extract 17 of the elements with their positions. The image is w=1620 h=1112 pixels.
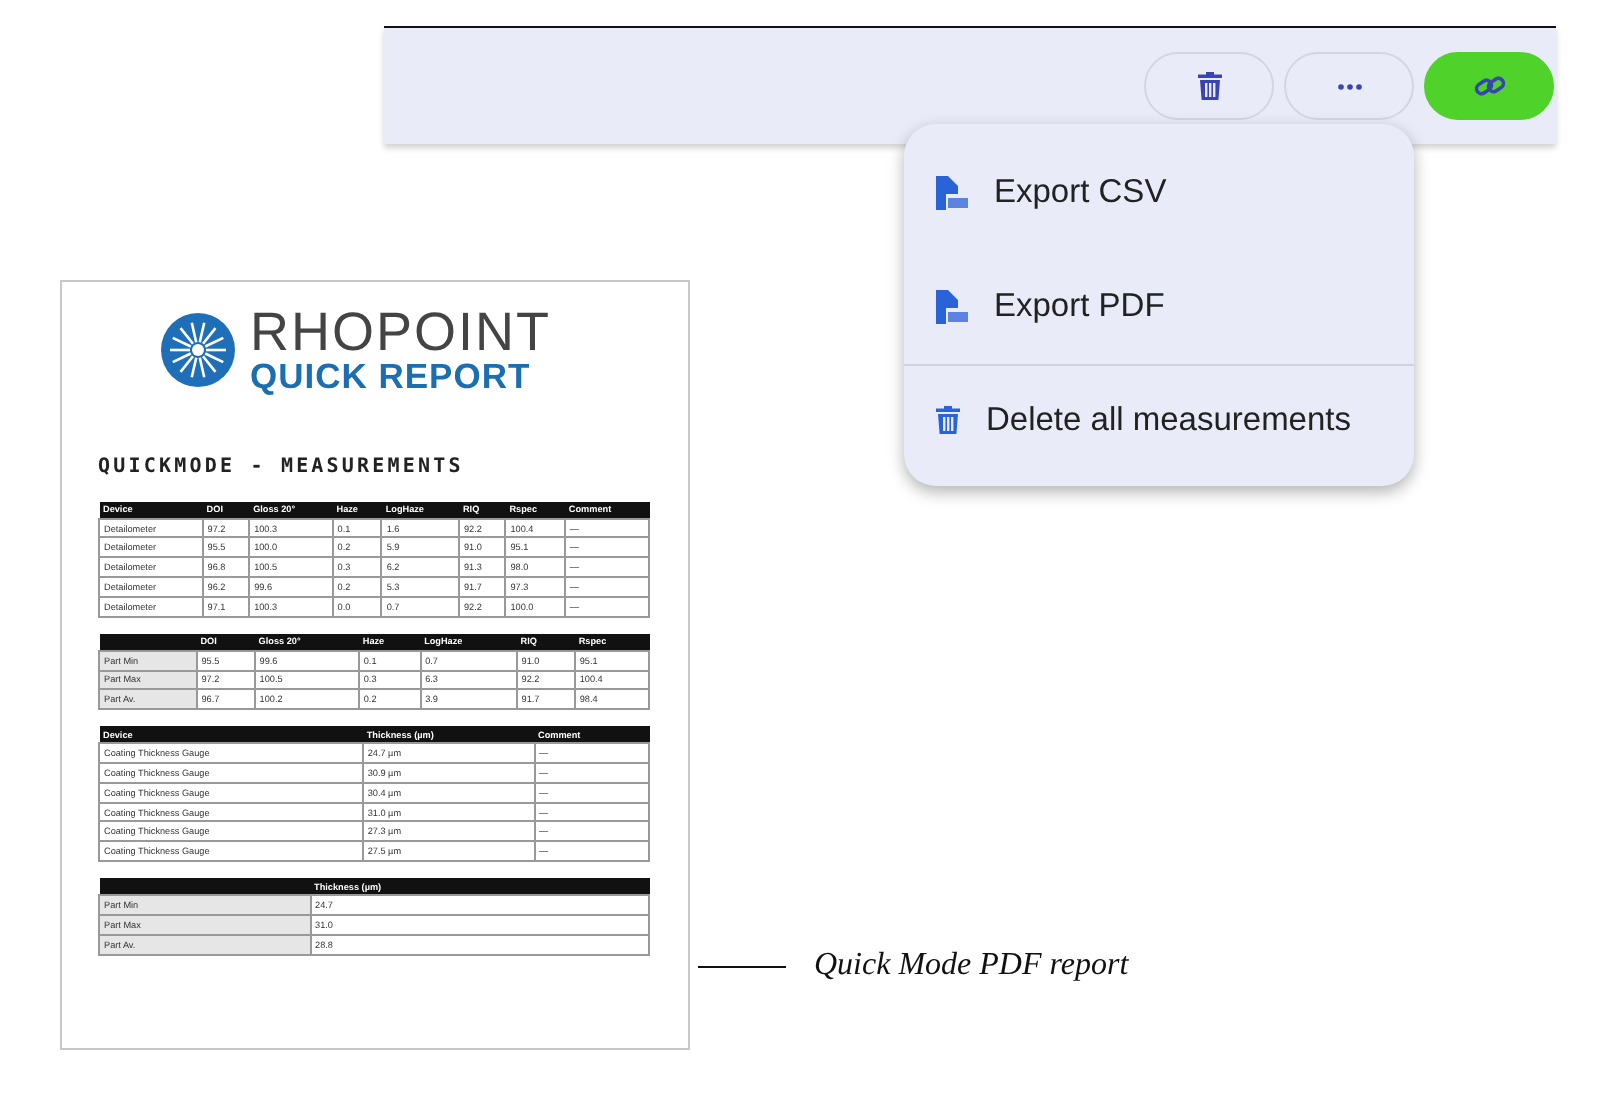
logo-subtitle: QUICK REPORT (250, 360, 533, 395)
trash-icon (936, 406, 960, 434)
logo-name: RHOPOINT (250, 306, 552, 360)
more-icon (1337, 83, 1361, 89)
report-heading: QUICKMODE - MEASUREMENTS (98, 455, 466, 477)
link-button[interactable] (1424, 52, 1554, 120)
leader-line (698, 965, 786, 967)
delete-button[interactable] (1144, 52, 1274, 120)
link-icon (1473, 72, 1505, 100)
menu-item[interactable]: Delete all measurements (904, 366, 1414, 474)
pdf-file-icon (936, 290, 968, 324)
logo-icon (160, 312, 236, 389)
figure-caption: Quick Mode PDF report (814, 948, 1129, 984)
trash-icon (1197, 72, 1221, 100)
csv-file-icon (936, 176, 968, 210)
menu-item[interactable]: Export PDF (904, 250, 1414, 364)
menu-item[interactable]: Export CSV (904, 136, 1414, 250)
